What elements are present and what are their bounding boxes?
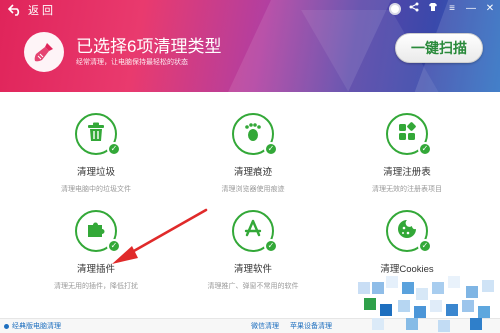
- item-description: 清理电脑中的垃圾文件: [61, 186, 131, 193]
- minimize-icon[interactable]: —: [465, 3, 477, 14]
- puzzle-icon: [85, 218, 107, 245]
- item-icon-circle: ✓: [232, 113, 278, 156]
- item-description: 清理浏览器使用痕迹: [221, 186, 285, 193]
- avatar-icon[interactable]: [389, 2, 401, 15]
- checked-icon[interactable]: ✓: [418, 142, 432, 156]
- close-icon[interactable]: ✕: [484, 3, 496, 14]
- title-bar: 返 回 ≡ — ✕: [0, 0, 500, 20]
- checked-icon[interactable]: ✓: [264, 142, 278, 156]
- classic-cleanup-link[interactable]: 经典版电脑清理: [12, 321, 61, 331]
- registry-icon: [396, 121, 418, 148]
- item-icon-circle: ✓: [232, 210, 278, 253]
- trash-icon: [85, 121, 107, 148]
- back-button[interactable]: 返 回: [8, 2, 53, 18]
- item-icon-circle: ✓: [386, 113, 432, 156]
- item-icon-circle: ✓: [75, 210, 121, 253]
- clean-item-junk[interactable]: ✓ 清理垃圾 清理电脑中的垃圾文件: [26, 113, 166, 194]
- item-description: 清理无效的注册表项目: [372, 186, 442, 193]
- shirt-icon[interactable]: [427, 2, 439, 15]
- back-arrow-icon: [8, 3, 22, 17]
- item-label: 清理Cookies: [380, 264, 434, 275]
- item-description: 清理推广、弹窗不常用的软件: [207, 283, 299, 290]
- window-controls: ≡ — ✕: [389, 2, 496, 15]
- item-label: 清理软件: [233, 264, 272, 275]
- checked-icon[interactable]: ✓: [107, 239, 121, 253]
- apple-device-cleanup-link[interactable]: 苹果设备清理: [290, 321, 332, 331]
- page-subtitle: 经常清理，让电脑保持最轻松的状态: [76, 59, 188, 66]
- menu-icon[interactable]: ≡: [446, 3, 458, 14]
- item-label: 清理注册表: [383, 167, 431, 178]
- item-description: 清理无用的插件，降低打扰: [54, 283, 138, 290]
- clean-item-cookies[interactable]: ✓ 清理Cookies: [337, 210, 477, 281]
- wechat-cleanup-link[interactable]: 微信清理: [251, 321, 279, 331]
- item-label: 清理插件: [76, 264, 115, 275]
- checked-icon[interactable]: ✓: [264, 239, 278, 253]
- item-label: 清理垃圾: [76, 167, 115, 178]
- checked-icon[interactable]: ✓: [418, 239, 432, 253]
- share-icon[interactable]: [408, 2, 420, 15]
- item-icon-circle: ✓: [386, 210, 432, 253]
- cookie-icon: [396, 218, 418, 245]
- item-label: 清理痕迹: [233, 167, 272, 178]
- clean-item-registry[interactable]: ✓ 清理注册表 清理无效的注册表项目: [337, 113, 477, 194]
- header-banner: 返 回 ≡ — ✕ 已选择6项清理类型 经常清理，让电脑保持最轻松的状态 一键扫…: [0, 0, 500, 92]
- one-click-scan-button[interactable]: 一键扫描: [395, 33, 483, 63]
- checked-icon[interactable]: ✓: [107, 142, 121, 156]
- footer-bullet-icon: [4, 324, 9, 329]
- footprint-icon: [242, 121, 264, 148]
- appstore-icon: [242, 218, 264, 245]
- clean-item-traces[interactable]: ✓ 清理痕迹 清理浏览器使用痕迹: [183, 113, 323, 194]
- back-label: 返 回: [28, 5, 54, 17]
- clean-item-plugins[interactable]: ✓ 清理插件 清理无用的插件，降低打扰: [26, 210, 166, 291]
- item-icon-circle: ✓: [75, 113, 121, 156]
- page-title: 已选择6项清理类型: [76, 37, 222, 56]
- clean-item-software[interactable]: ✓ 清理软件 清理推广、弹窗不常用的软件: [183, 210, 323, 291]
- watermark-mosaic: [358, 276, 500, 333]
- broom-icon: [24, 32, 64, 72]
